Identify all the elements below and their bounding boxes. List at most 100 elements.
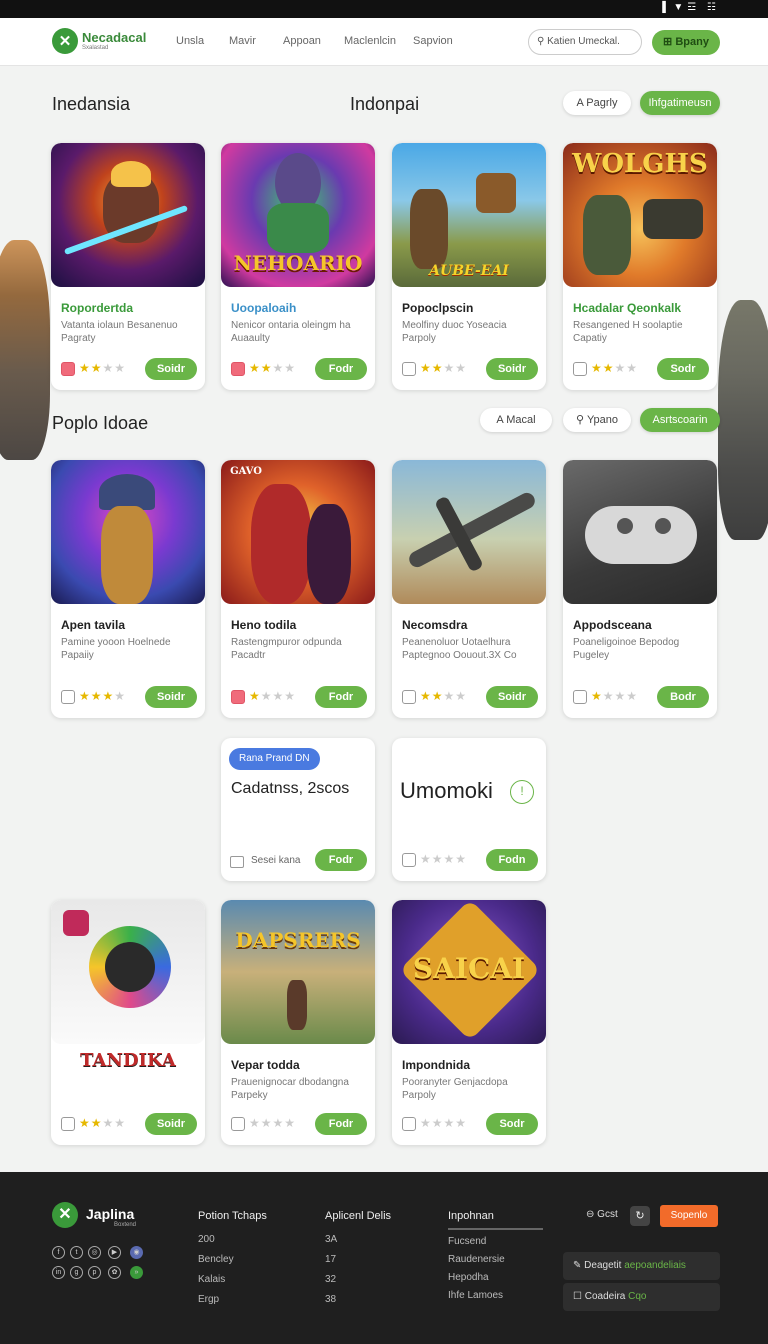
star-filled-icon: ★ — [79, 689, 91, 703]
game-art: GAVO — [221, 460, 375, 604]
card-action-button[interactable]: Fodr — [315, 1113, 367, 1135]
search-input[interactable]: ⚲ Katien Umeckal. — [528, 29, 642, 55]
filter-pill-1[interactable]: A Pagrly — [563, 91, 631, 115]
footer-col2-item[interactable]: 17 — [325, 1254, 336, 1265]
footer-col3-item[interactable]: Raudenersie — [448, 1254, 505, 1265]
orange-button[interactable]: Sopenlo — [660, 1205, 718, 1227]
footer-col1-title: Potion Tchaps — [198, 1210, 267, 1222]
footer-col3-item[interactable]: Fucsend — [448, 1236, 486, 1247]
language-selector[interactable]: ⊖ Gcst — [586, 1209, 618, 1220]
card-title: Popoclpscin — [402, 301, 474, 315]
card-action-button[interactable]: Soidr — [486, 686, 538, 708]
footer-col3-item[interactable]: Ihfe Lamoes — [448, 1290, 503, 1301]
status-bar: ▌▼☲ ☷ — [0, 0, 768, 18]
card-action-button[interactable]: Soidr — [486, 358, 538, 380]
social-icon-1[interactable]: f — [52, 1246, 65, 1259]
footer-col1-item[interactable]: Bencley — [198, 1254, 234, 1265]
game-card[interactable]: TANDIKA ★★★★ Soidr — [51, 900, 205, 1145]
refresh-icon[interactable]: ↻ — [630, 1206, 650, 1226]
card-action-button[interactable]: Sodr — [486, 1113, 538, 1135]
star-empty-icon: ★ — [455, 1116, 468, 1130]
top-navbar: ✕ Necadacal Sxalastad Unsla Mavir Appoan… — [0, 18, 768, 66]
card-action-button[interactable]: Sodr — [657, 358, 709, 380]
game-card[interactable]: AUBE-EAI Popoclpscin Meolfiny duoc Yosea… — [392, 143, 546, 390]
card-title: Impondnida — [402, 1058, 470, 1072]
footer-input-1-label: Deagetit — [584, 1260, 622, 1271]
card-action-button[interactable]: Fodr — [315, 686, 367, 708]
footer-logo-icon: ✕ — [52, 1202, 78, 1228]
social-icon-6[interactable]: in — [52, 1266, 65, 1279]
rating-stars: ★★★★ — [79, 689, 126, 703]
card-badge-icon — [402, 853, 416, 867]
footer-col1-item[interactable]: 200 — [198, 1234, 215, 1245]
promo-badge: Rana Prand DN — [229, 748, 320, 770]
card-title: Ropordertda — [61, 301, 133, 315]
game-card[interactable]: DAPSRERS Vepar todda Prauenignocar dboda… — [221, 900, 375, 1145]
nav-link-1[interactable]: Unsla — [176, 35, 204, 47]
game-card[interactable]: Necomsdra Peanenoluor Uotaelhura Paptegn… — [392, 460, 546, 718]
game-card[interactable]: GAVO Heno todila Rastengmpuror odpunda P… — [221, 460, 375, 718]
filter-pill-3[interactable]: A Macal — [480, 408, 552, 432]
card-title: Necomsdra — [402, 618, 468, 632]
social-icon-8[interactable]: p — [88, 1266, 101, 1279]
promo-card[interactable]: Umomoki ! ★★★★ Fodn — [392, 738, 546, 881]
card-action-button[interactable]: Soidr — [145, 1113, 197, 1135]
rating-stars: ★★★★ — [249, 361, 296, 375]
star-empty-icon: ★ — [272, 689, 285, 703]
card-badge-icon — [61, 362, 75, 376]
card-action-button[interactable]: Soidr — [145, 686, 197, 708]
star-filled-icon: ★ — [260, 361, 273, 375]
promo-button[interactable]: Fodr — [315, 849, 367, 871]
logo-icon: ✕ — [52, 28, 78, 54]
star-empty-icon: ★ — [614, 689, 627, 703]
card-badge-icon — [402, 690, 416, 704]
social-icon-10[interactable]: » — [130, 1266, 143, 1279]
nav-link-4[interactable]: Maclenlcin — [344, 35, 396, 47]
filter-pill-4[interactable]: ⚲ Ypano — [563, 408, 631, 432]
card-action-button[interactable]: Bodr — [657, 686, 709, 708]
game-card[interactable]: WOLGHS Hcadalar Qeonkalk Resangened H so… — [563, 143, 717, 390]
card-action-button[interactable]: Soidr — [145, 358, 197, 380]
footer-input-2[interactable]: ☐ Coadeira Cqo — [563, 1283, 720, 1311]
footer-col2-item[interactable]: 38 — [325, 1294, 336, 1305]
section1-title-left: Inedansia — [52, 94, 131, 114]
footer-col2-item[interactable]: 32 — [325, 1274, 336, 1285]
card-action-button[interactable]: Fodr — [315, 358, 367, 380]
star-empty-icon: ★ — [114, 689, 127, 703]
filter-pill-5[interactable]: Asrtscoarin — [640, 408, 720, 432]
user-icon: ⚲ — [576, 414, 587, 426]
game-card[interactable]: Ropordertda Vatanta iolaun Besanenuo Pag… — [51, 143, 205, 390]
cta-button[interactable]: ⊞ Bpany — [652, 30, 720, 55]
star-empty-icon: ★ — [272, 1116, 285, 1130]
nav-link-3[interactable]: Appoan — [283, 35, 321, 47]
star-empty-icon: ★ — [431, 852, 444, 866]
social-icon-2[interactable]: t — [70, 1246, 83, 1259]
rating-stars: ★★★★ — [249, 1116, 296, 1130]
card-description: Prauenignocar dbodangna Parpeky — [231, 1077, 349, 1101]
brand-logo[interactable]: ✕ Necadacal Sxalastad — [52, 28, 146, 54]
star-empty-icon: ★ — [260, 1116, 273, 1130]
nav-link-5[interactable]: Sapvion — [413, 35, 453, 47]
promo-button-2[interactable]: Fodn — [486, 849, 538, 871]
social-icon-9[interactable]: ✿ — [108, 1266, 121, 1279]
footer-input-1[interactable]: ✎ Deagetit aepoandeliais — [563, 1252, 720, 1280]
game-card[interactable]: NEHOARIO Uoopaloaih Nenicor ontaria olei… — [221, 143, 375, 390]
game-card[interactable]: SAICAI Impondnida Pooranyter Genjacdopa … — [392, 900, 546, 1145]
star-empty-icon: ★ — [626, 689, 639, 703]
game-card[interactable]: Appodsceana Poaneligoinoe Bepodog Pugele… — [563, 460, 717, 718]
footer-col1-item[interactable]: Ergp — [198, 1294, 219, 1305]
game-card[interactable]: Apen tavila Pamine yooon Hoelnede Papaii… — [51, 460, 205, 718]
social-icon-7[interactable]: g — [70, 1266, 83, 1279]
promo-card[interactable]: Rana Prand DN Cadatnss, 2scos Sesei kana… — [221, 738, 375, 881]
footer-col3-item[interactable]: Hepodha — [448, 1272, 489, 1283]
social-icon-4[interactable]: ▶ — [108, 1246, 121, 1259]
nav-link-2[interactable]: Mavir — [229, 35, 256, 47]
social-icon-5[interactable]: ◉ — [130, 1246, 143, 1259]
footer-col2-item[interactable]: 3A — [325, 1234, 337, 1245]
card-title: Uoopaloaih — [231, 301, 297, 315]
social-icon-3[interactable]: ◎ — [88, 1246, 101, 1259]
game-art: SAICAI — [392, 900, 546, 1044]
footer-col1-item[interactable]: Kalais — [198, 1274, 225, 1285]
footer-input-2-label: Coadeira — [584, 1291, 626, 1302]
filter-pill-2[interactable]: Ihfgatimeusn — [640, 91, 720, 115]
